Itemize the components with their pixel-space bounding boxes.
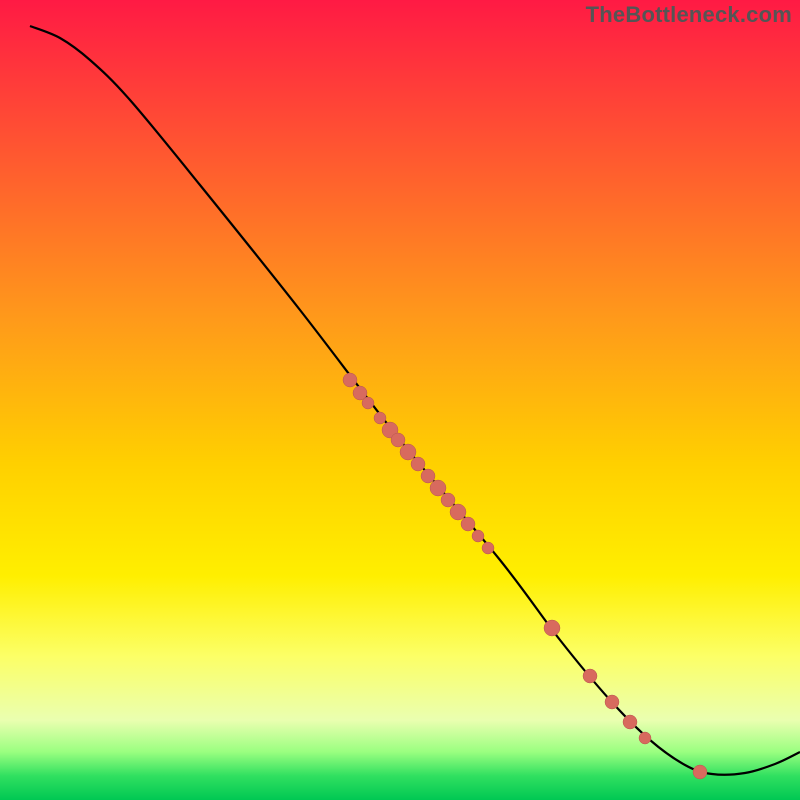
scatter-point	[544, 620, 560, 636]
chart-container: TheBottleneck.com	[0, 0, 800, 800]
scatter-points-group	[343, 373, 707, 779]
scatter-point	[583, 669, 597, 683]
scatter-point	[400, 444, 416, 460]
scatter-point	[391, 433, 405, 447]
scatter-point	[605, 695, 619, 709]
scatter-point	[482, 542, 494, 554]
scatter-point	[450, 504, 466, 520]
scatter-point	[472, 530, 484, 542]
scatter-point	[623, 715, 637, 729]
scatter-point	[693, 765, 707, 779]
scatter-point	[343, 373, 357, 387]
scatter-point	[362, 397, 374, 409]
scatter-point	[461, 517, 475, 531]
bottleneck-curve	[30, 26, 800, 775]
scatter-point	[639, 732, 651, 744]
scatter-point	[411, 457, 425, 471]
scatter-point	[441, 493, 455, 507]
chart-svg	[0, 0, 800, 800]
scatter-point	[374, 412, 386, 424]
scatter-point	[421, 469, 435, 483]
scatter-point	[430, 480, 446, 496]
